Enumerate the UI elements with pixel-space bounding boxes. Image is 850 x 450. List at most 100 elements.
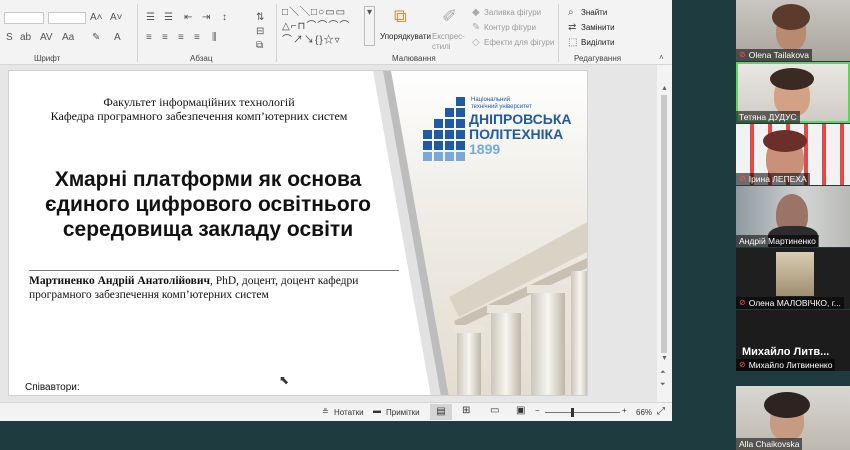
mic-muted-icon: ⊘: [739, 298, 746, 307]
fill-icon[interactable]: ◆: [472, 7, 480, 19]
shapes-more-icon[interactable]: ▾: [364, 6, 375, 46]
arrange-icon[interactable]: ⧉: [394, 6, 407, 26]
author-info[interactable]: Мартиненко Андрій Анатолійович, PhD, доц…: [29, 274, 389, 302]
increase-indent-icon[interactable]: ⇥: [202, 12, 210, 24]
zoom-in-icon[interactable]: +: [622, 406, 627, 415]
decrease-indent-icon[interactable]: ⇤: [184, 12, 192, 24]
logo-wordmark: ДНІПРОВСЬКА ПОЛІТЕХНІКА 1899: [469, 112, 571, 157]
title-line: єдиного цифрового освітнього: [45, 193, 371, 216]
scroll-thumb[interactable]: [661, 95, 667, 353]
select-icon[interactable]: ⬚: [568, 37, 577, 49]
department-name: Кафедра програмного забезпечення комп’ют…: [50, 109, 348, 123]
quick-styles-icon[interactable]: ✐: [442, 6, 457, 26]
participant-name-bar: ⊘ Olena Tailakova: [736, 49, 813, 61]
slide-title[interactable]: Хмарні платформи як основа єдиного цифро…: [23, 167, 393, 242]
slide-sorter-icon[interactable]: ⊞: [462, 405, 470, 416]
columns-icon[interactable]: ⫼: [212, 32, 217, 44]
notes-button[interactable]: Нотатки: [334, 408, 364, 417]
participant-name-bar: Alla Chaikovska: [736, 438, 803, 450]
participant-name-bar: Тетяна ДУДУС: [736, 111, 800, 123]
reading-view-icon[interactable]: ▭: [490, 405, 499, 416]
quick-styles-button[interactable]: Експрес-стилі: [432, 32, 468, 52]
justify-icon[interactable]: ≡: [194, 32, 200, 44]
font-size-box[interactable]: [48, 12, 86, 24]
participant-tile-no-video[interactable]: Михайло Литв... ⊘ Михайло Литвиненко: [736, 310, 850, 371]
coauthors-label[interactable]: Співавтори:: [25, 382, 80, 393]
powerpoint-window: A˄ A˅ S ab AV Aa ✎ A Шрифт ☰ ☰ ⇤ ⇥ ↕ ≡ ≡…: [0, 0, 672, 421]
shrink-font-icon[interactable]: A˅: [110, 12, 123, 24]
shape-fill-button[interactable]: Заливка фігури: [484, 8, 541, 17]
divider: [276, 4, 277, 62]
arrange-button[interactable]: Упорядкувати: [380, 32, 431, 41]
participant-tile[interactable]: ⊘ Ірина ЛЕПЕХА: [736, 124, 850, 185]
faculty-name: Факультет інформаційних технологій: [103, 95, 295, 109]
search-icon[interactable]: ⌕: [568, 7, 574, 19]
bullets-icon[interactable]: ☰: [146, 12, 155, 24]
smartart-icon[interactable]: ⧉: [256, 40, 263, 52]
participant-hair: [770, 68, 814, 90]
notes-icon[interactable]: ≗: [322, 407, 329, 416]
collapse-ribbon-icon[interactable]: ˄: [659, 52, 664, 64]
participant-name: Андрій Мартиненко: [739, 236, 816, 246]
shapes-gallery[interactable]: □＼╲□○▭▭ △⌐⊓⌒⌒⌒⌒ ⌒↗↘{}☆▿: [282, 6, 368, 50]
logo-subtitle-line2: технічний університет: [471, 104, 532, 110]
char-spacing-icon[interactable]: AV: [40, 32, 53, 44]
find-button[interactable]: Знайти: [581, 8, 607, 17]
participant-name-bar: ⊘ Ірина ЛЕПЕХА: [736, 173, 810, 185]
vertical-scrollbar[interactable]: ▲ ▼ ⏶ ⏷: [657, 65, 672, 402]
select-button[interactable]: Виділити: [581, 38, 615, 47]
next-slide-icon[interactable]: ⏷: [660, 381, 666, 389]
title-line: середовища закладу освіти: [62, 218, 354, 241]
align-center-icon[interactable]: ≡: [162, 32, 168, 44]
group-label-font: Шрифт: [34, 54, 61, 63]
comments-button[interactable]: Примітки: [386, 408, 420, 417]
prev-slide-icon[interactable]: ⏶: [660, 369, 666, 377]
zoom-slider[interactable]: [545, 412, 620, 413]
replace-button[interactable]: Замінити: [581, 23, 615, 32]
participant-name: Михайло Литвиненко: [748, 360, 833, 370]
strikethrough-icon[interactable]: ab: [20, 32, 31, 44]
line-spacing-icon[interactable]: ↕: [222, 12, 227, 24]
slideshow-icon[interactable]: ▣: [516, 405, 525, 416]
italic-icon[interactable]: S: [6, 32, 13, 44]
font-color-icon[interactable]: A: [114, 32, 121, 44]
zoom-slider-thumb[interactable]: [571, 408, 574, 417]
participant-tile[interactable]: Alla Chaikovska: [736, 386, 850, 450]
numbering-icon[interactable]: ☰: [164, 12, 173, 24]
logo-subtitle: Національний технічний університет: [471, 97, 532, 111]
replace-icon[interactable]: ⇄: [568, 22, 576, 34]
font-name-box[interactable]: [4, 12, 44, 24]
zoom-out-icon[interactable]: −: [535, 406, 540, 415]
group-label-drawing: Малювання: [392, 54, 436, 63]
zoom-level[interactable]: 66%: [636, 408, 652, 417]
status-bar: ≗ Нотатки ▬ Примітки ▤ ⊞ ▭ ▣ − + 66% ⤢: [0, 402, 672, 421]
scroll-down-icon[interactable]: ▼: [661, 355, 668, 362]
group-label-paragraph: Абзац: [190, 54, 213, 63]
outline-icon[interactable]: ✎: [472, 22, 480, 34]
faculty-heading: Факультет інформаційних технологій Кафед…: [49, 95, 349, 123]
normal-view-icon[interactable]: ▤: [430, 404, 452, 420]
participant-name: Тетяна ДУДУС: [739, 112, 797, 122]
shape-effects-button[interactable]: Ефекти для фігури: [484, 38, 554, 47]
align-left-icon[interactable]: ≡: [146, 32, 152, 44]
slide-canvas[interactable]: Національний технічний університет ДНІПР…: [8, 70, 588, 396]
participant-tile[interactable]: Андрій Мартиненко: [736, 186, 850, 247]
change-case-icon[interactable]: Aa: [62, 32, 74, 44]
shape-outline-button[interactable]: Контур фігури: [484, 23, 536, 32]
participant-tile[interactable]: ⊘ Олена МАЛОВІЧКО, г...: [736, 248, 850, 309]
effects-icon[interactable]: ◇: [472, 37, 480, 49]
scroll-up-icon[interactable]: ▲: [661, 85, 668, 92]
participant-name-bar: Андрій Мартиненко: [736, 235, 819, 247]
text-direction-icon[interactable]: ⇅: [256, 12, 264, 24]
align-text-icon[interactable]: ⊟: [256, 26, 264, 38]
highlight-icon[interactable]: ✎: [92, 32, 100, 44]
comments-icon[interactable]: ▬: [373, 406, 381, 415]
participant-tile-active-speaker[interactable]: Тетяна ДУДУС: [736, 62, 850, 123]
divider: [558, 4, 559, 62]
logo-name-line1: ДНІПРОВСЬКА: [469, 111, 572, 127]
participant-tile[interactable]: ⊘ Olena Tailakova: [736, 0, 850, 61]
participant-name: Олена МАЛОВІЧКО, г...: [748, 298, 841, 308]
grow-font-icon[interactable]: A˄: [90, 12, 103, 24]
align-right-icon[interactable]: ≡: [178, 32, 184, 44]
fit-slide-icon[interactable]: ⤢: [657, 406, 665, 417]
